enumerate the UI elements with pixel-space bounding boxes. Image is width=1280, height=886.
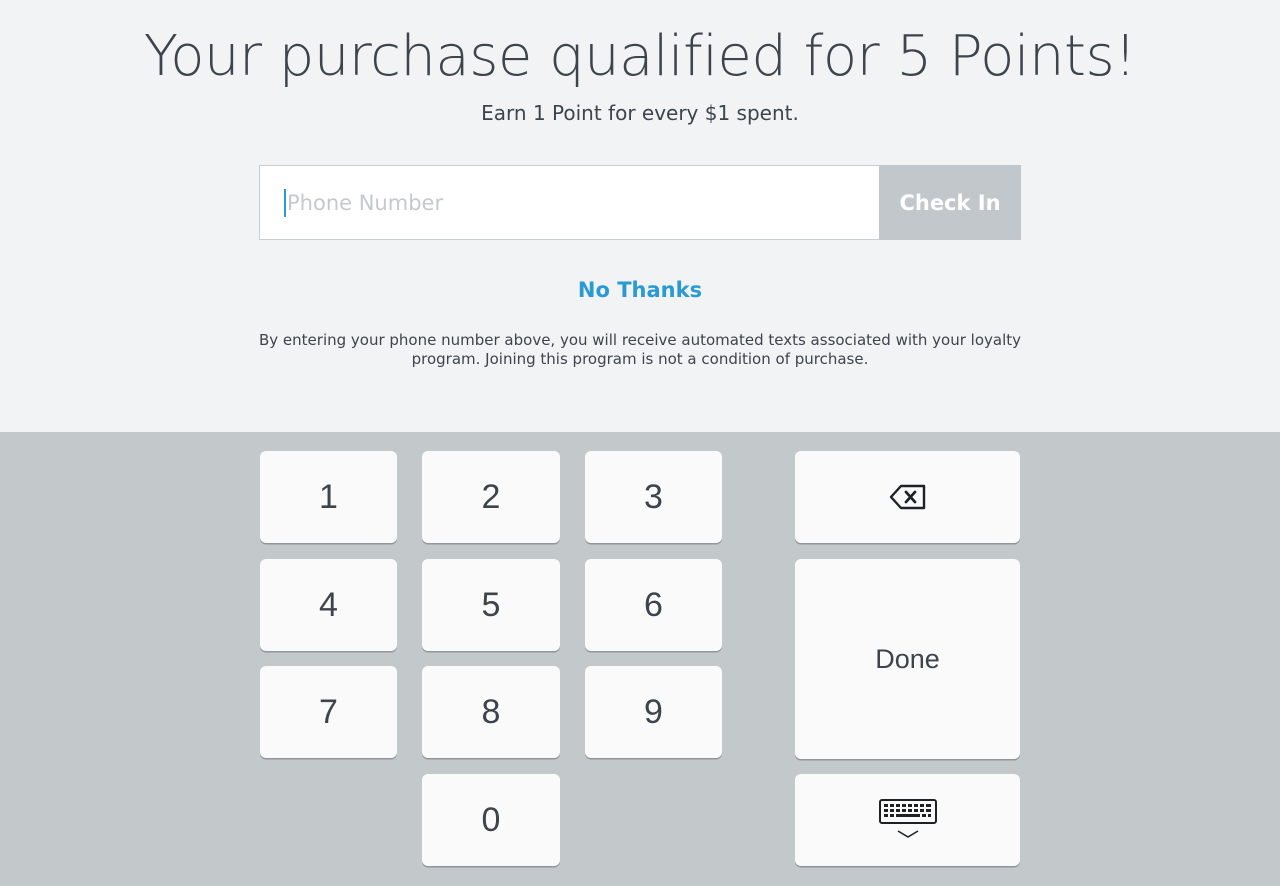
no-thanks-row: No Thanks: [0, 278, 1280, 302]
text-caret: [284, 188, 286, 217]
key-5[interactable]: 5: [422, 559, 560, 651]
key-4[interactable]: 4: [260, 559, 397, 651]
numeric-keypad: 1 2 3 4 5 6 7 8 9 0 Done: [0, 432, 1280, 886]
key-7[interactable]: 7: [260, 666, 397, 758]
key-3[interactable]: 3: [585, 451, 722, 543]
check-in-button[interactable]: Check In: [879, 165, 1021, 240]
loyalty-panel: Your purchase qualified for 5 Points! Ea…: [0, 0, 1280, 432]
page-title: Your purchase qualified for 5 Points!: [143, 24, 1137, 89]
done-button[interactable]: Done: [795, 559, 1020, 759]
disclaimer-line-2: program. Joining this program is not a c…: [411, 350, 869, 368]
hide-keyboard-button[interactable]: [795, 774, 1020, 866]
key-9[interactable]: 9: [585, 666, 722, 758]
key-0[interactable]: 0: [422, 774, 560, 866]
disclaimer-text: By entering your phone number above, you…: [255, 331, 1025, 369]
key-6[interactable]: 6: [585, 559, 722, 651]
phone-placeholder: Phone Number: [287, 190, 444, 215]
hide-keyboard-icon: [878, 799, 937, 838]
disclaimer-line-1: By entering your phone number above, you…: [259, 331, 1021, 349]
backspace-button[interactable]: [795, 451, 1020, 543]
no-thanks-button[interactable]: No Thanks: [578, 278, 702, 302]
points-subtitle: Earn 1 Point for every $1 spent.: [481, 101, 799, 125]
backspace-icon: [889, 484, 925, 510]
key-1[interactable]: 1: [260, 451, 397, 543]
key-2[interactable]: 2: [422, 451, 560, 543]
key-8[interactable]: 8: [422, 666, 560, 758]
phone-number-input[interactable]: Phone Number: [259, 165, 880, 240]
